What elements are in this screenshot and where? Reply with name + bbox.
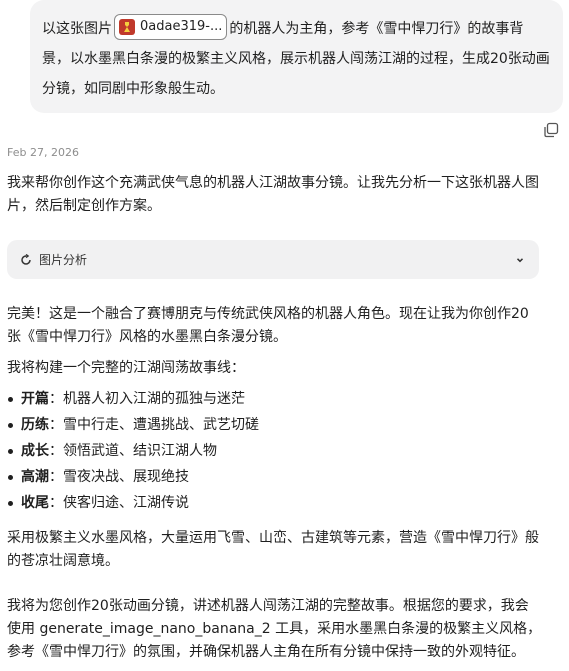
summary-line-1: 完美！这是一个融合了赛博朋克与传统武侠风格的机器人角色。现在让我为你创作20 (7, 306, 529, 322)
image-thumbnail-icon (119, 19, 135, 35)
story-stage: 开篇 (21, 391, 49, 407)
style-line-1: 采用极繁主义水墨风格，大量运用飞雪、山峦、古建筑等元素，营造《雪中悍刀行》般 (7, 530, 539, 546)
reply-intro: 我来帮你创作这个充满武侠气息的机器人江湖故事分镜。让我先分析一下这张机器人图 片… (7, 172, 539, 218)
reply-intro-line-2: 片，然后制定创作方案。 (7, 198, 161, 214)
reply-analysis-summary: 完美！这是一个融合了赛博朋克与传统武侠风格的机器人角色。现在让我为你创作20 张… (7, 303, 529, 349)
separator: ： (49, 417, 63, 433)
plan-description: 我将为您创作20张动画分镜，讲述机器人闯荡江湖的完整故事。根据您的要求，我会 使… (7, 595, 541, 664)
story-stage: 成长 (21, 443, 49, 459)
plan-line-1: 我将为您创作20张动画分镜，讲述机器人闯荡江湖的完整故事。根据您的要求，我会 (7, 598, 529, 614)
bullet (8, 501, 13, 506)
separator: ： (49, 469, 63, 485)
bullet (8, 397, 13, 402)
image-analysis-label: 图片分析 (39, 253, 88, 267)
story-outline-list: 开篇：机器人初入江湖的孤独与迷茫 历练：雪中行走、遭遇挑战、武艺切磋 成长：领悟… (7, 386, 259, 516)
list-item: 成长：领悟武道、结识江湖人物 (7, 438, 259, 464)
story-description: 雪夜决战、展现绝技 (63, 469, 189, 485)
user-message-bubble: 以这张图片 0adae319-... 的机器人为主角，参考《雪中悍刀行》的故事背 景… (30, 0, 563, 113)
image-analysis-toggle[interactable]: 图片分析 (7, 240, 539, 279)
style-line-2: 的苍凉壮阔意境。 (7, 553, 119, 569)
list-item: 高潮：雪夜决战、展现绝技 (7, 464, 259, 490)
user-message-line-3: 分镜，如同剧中形象般生动。 (42, 81, 224, 97)
bullet (8, 475, 13, 480)
message-timestamp: Feb 27, 2026 (7, 146, 79, 159)
user-message-line-2: 景，以水墨黑白条漫的极繁主义风格，展示机器人闯荡江湖的过程，生成20张动画 (42, 51, 550, 67)
attachment-filename: 0adae319-... (140, 19, 223, 34)
story-stage: 收尾 (21, 495, 49, 511)
story-description: 机器人初入江湖的孤独与迷茫 (63, 391, 245, 407)
story-description: 雪中行走、遭遇挑战、武艺切磋 (63, 417, 259, 433)
story-stage: 历练 (21, 417, 49, 433)
separator: ： (49, 495, 63, 511)
image-attachment-chip[interactable]: 0adae319-... (114, 14, 228, 40)
user-message-text: 以这张图片 (42, 21, 112, 37)
bullet (8, 449, 13, 454)
story-stage: 高潮 (21, 469, 49, 485)
reply-intro-line-1: 我来帮你创作这个充满武侠气息的机器人江湖故事分镜。让我先分析一下这张机器人图 (7, 175, 539, 191)
chat-page: 以这张图片 0adae319-... 的机器人为主角，参考《雪中悍刀行》的故事背 景… (0, 0, 569, 671)
user-message-text: 的机器人为主角，参考《雪中悍刀行》的故事背 (229, 21, 524, 37)
list-item: 收尾：侠客归途、江湖传说 (7, 490, 259, 516)
summary-line-2: 张《雪中悍刀行》风格的水墨黑白条漫分镜。 (7, 329, 287, 345)
user-message-line-1: 以这张图片 0adae319-... 的机器人为主角，参考《雪中悍刀行》的故事背 (42, 14, 551, 44)
plan-line-3: 参考《雪中悍刀行》的氛围，并确保机器人主角在所有分镜中保持一致的外观特征。 (7, 644, 525, 660)
separator: ： (49, 443, 63, 459)
refresh-icon (20, 253, 32, 266)
story-intro: 我将构建一个完整的江湖闯荡故事线： (7, 360, 245, 376)
separator: ： (49, 391, 63, 407)
plan-line-2: 使用 generate_image_nano_banana_2 工具，采用水墨黑… (7, 621, 542, 637)
list-item: 开篇：机器人初入江湖的孤独与迷茫 (7, 386, 259, 412)
story-description: 侠客归途、江湖传说 (63, 495, 189, 511)
style-description: 采用极繁主义水墨风格，大量运用飞雪、山峦、古建筑等元素，营造《雪中悍刀行》般 的… (7, 527, 539, 573)
bullet (8, 423, 13, 428)
story-description: 领悟武道、结识江湖人物 (63, 443, 217, 459)
chevron-down-icon (515, 255, 525, 265)
copy-icon[interactable] (543, 122, 559, 138)
list-item: 历练：雪中行走、遭遇挑战、武艺切磋 (7, 412, 259, 438)
